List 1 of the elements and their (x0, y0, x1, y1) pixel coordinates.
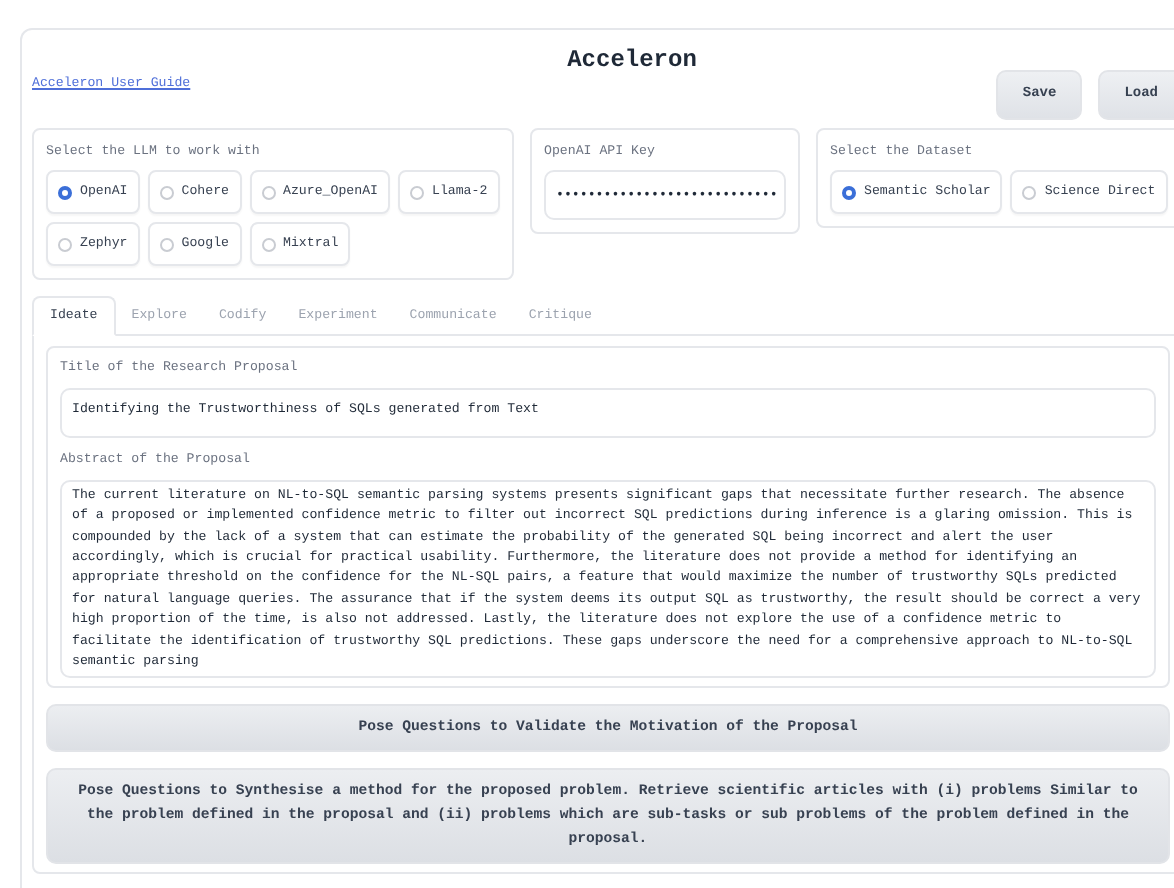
app-title: Acceleron (565, 46, 699, 74)
